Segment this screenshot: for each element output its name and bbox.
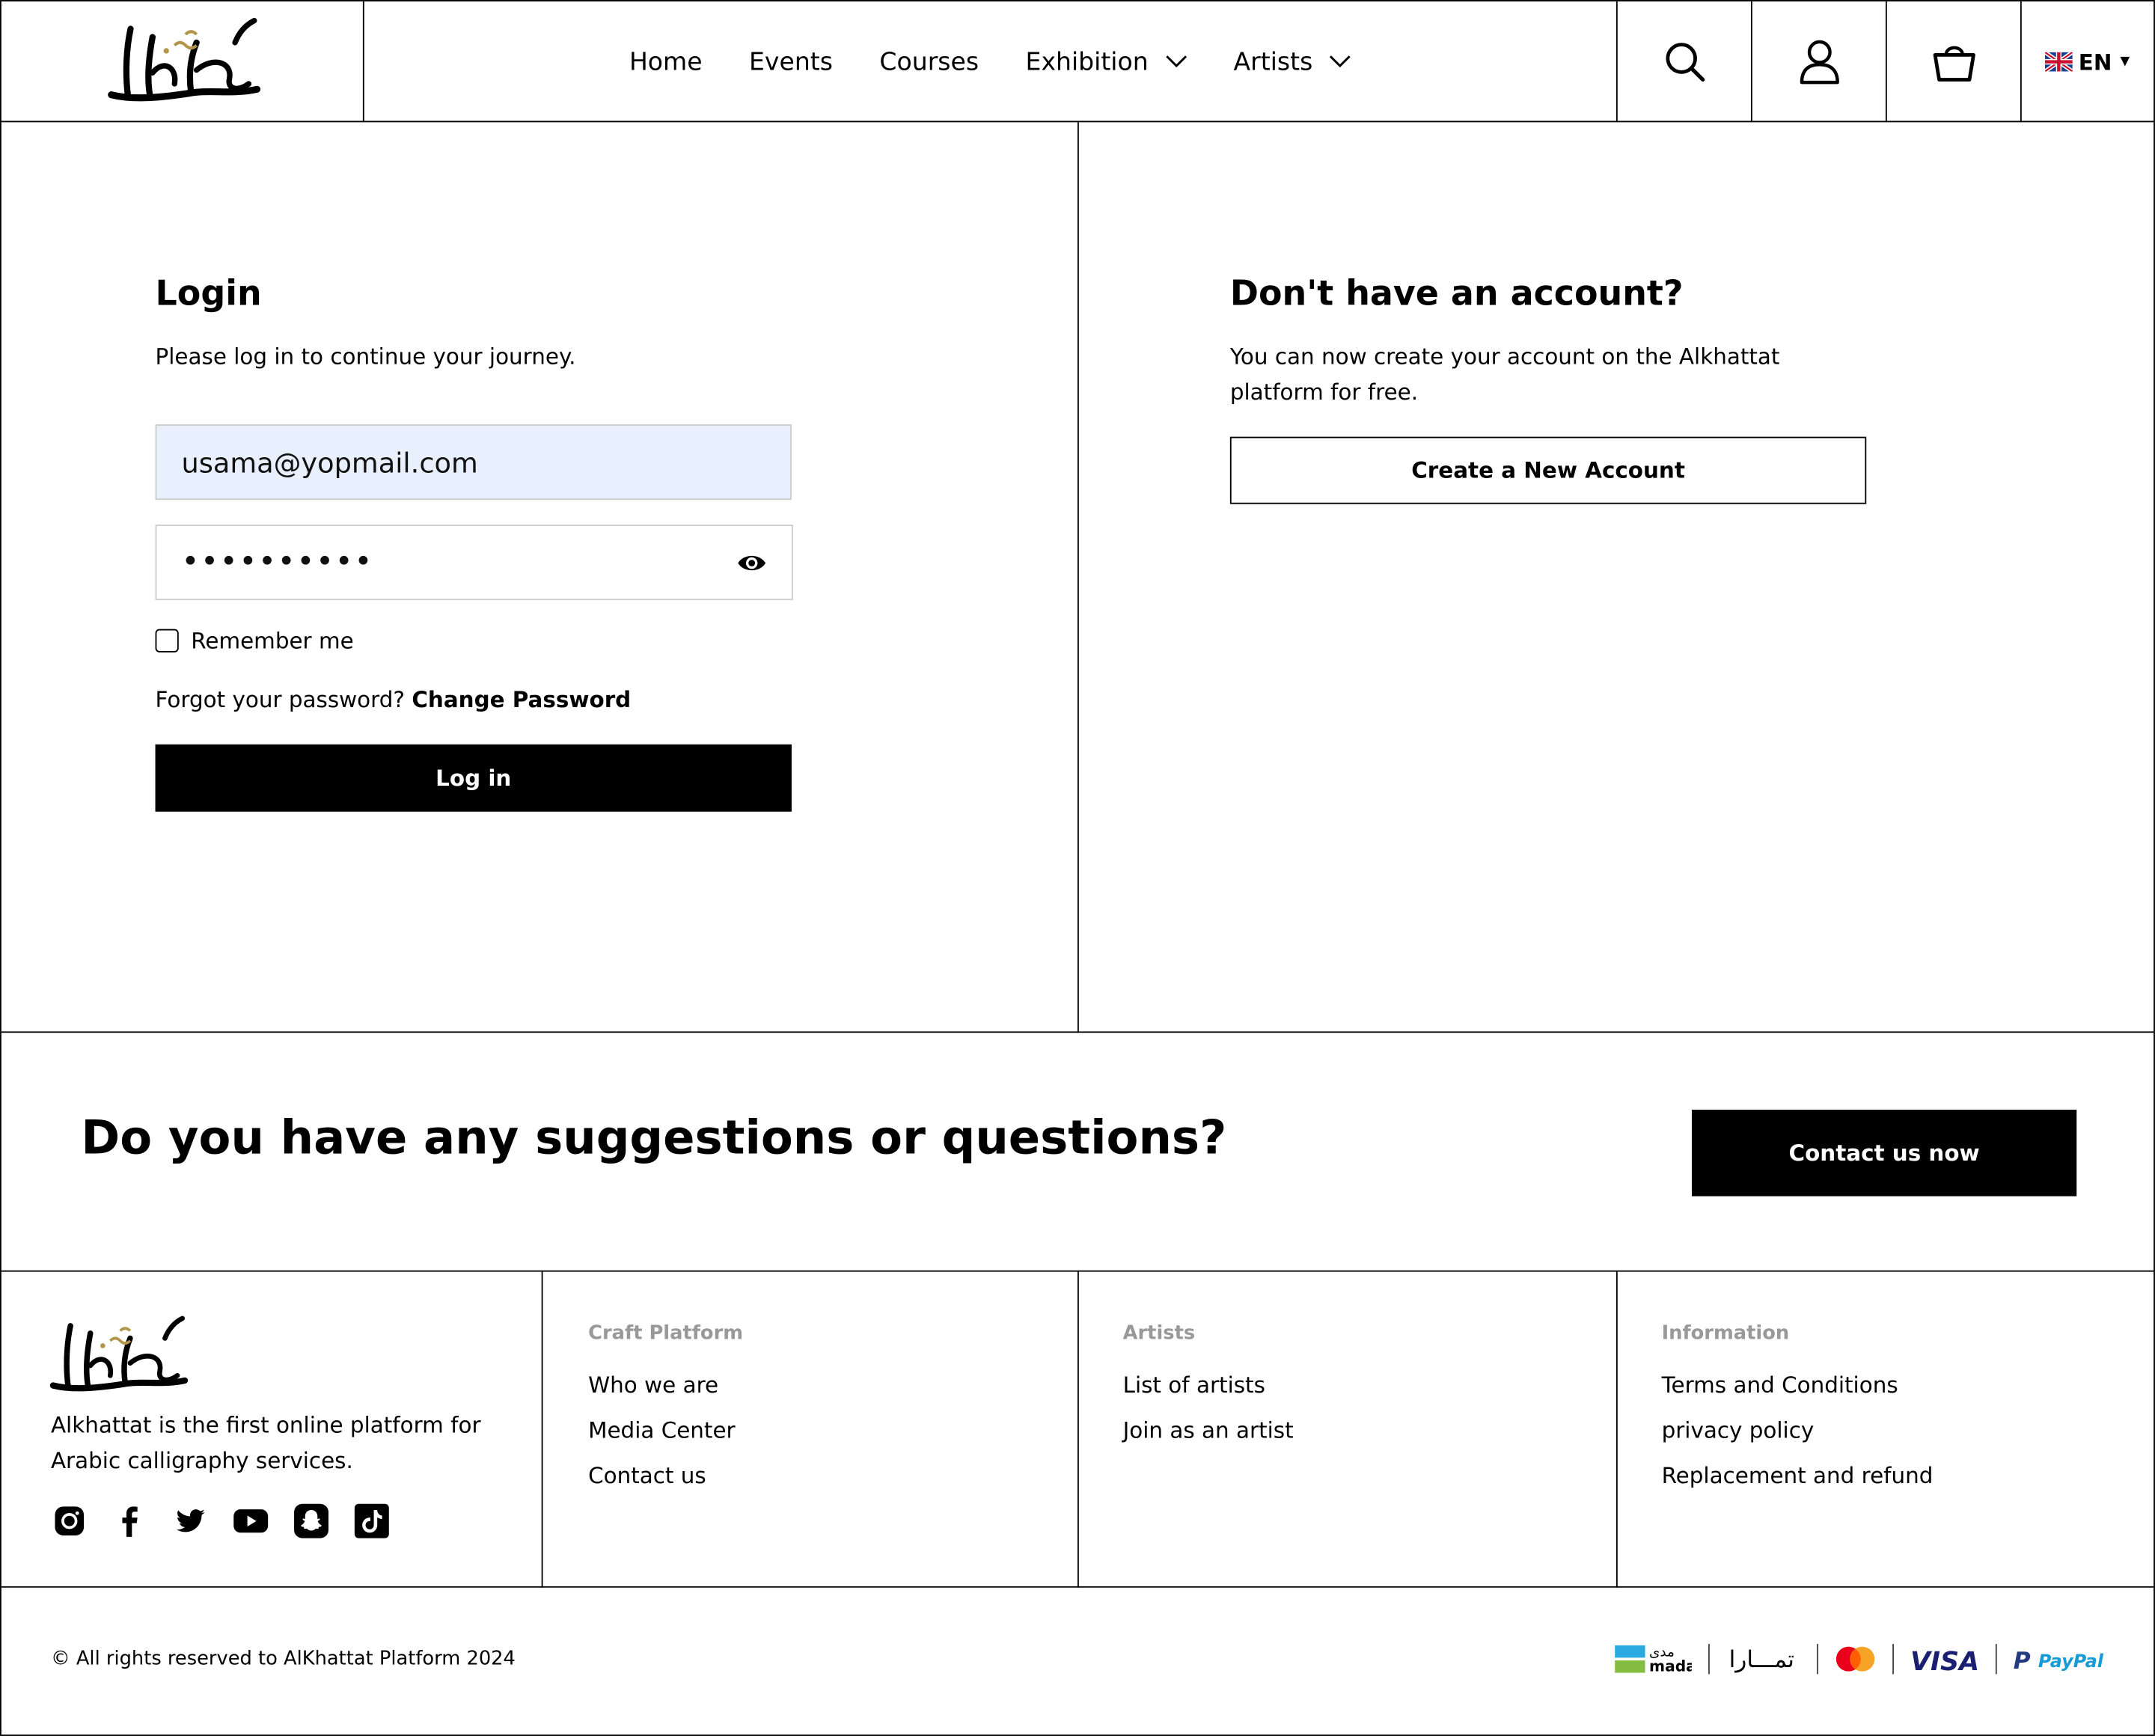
divider: [1708, 1643, 1710, 1675]
instagram-icon[interactable]: [51, 1503, 88, 1540]
footer-col-links: Terms and Conditions privacy policy Repl…: [1662, 1369, 1934, 1506]
footer-bottom: © All rights reserved to AlKhattat Platf…: [1, 1588, 2154, 1735]
nav-home-label: Home: [629, 47, 703, 76]
caret-down-icon: ▼: [2120, 55, 2130, 69]
footer-about-text: Alkhattat is the first online platform f…: [50, 1411, 481, 1474]
language-label: EN: [2078, 49, 2112, 76]
login-title: Login: [155, 273, 262, 314]
footer-link-contact-us[interactable]: Contact us: [588, 1460, 736, 1506]
paypal-label: PayPal: [2038, 1651, 2104, 1672]
alkhattat-logo[interactable]: [48, 1315, 191, 1398]
user-icon: [1799, 40, 1838, 85]
nav-courses[interactable]: Courses: [879, 47, 979, 76]
password-input[interactable]: [156, 525, 792, 599]
change-password-link[interactable]: Change Password: [412, 687, 631, 713]
account-button[interactable]: [1750, 1, 1886, 123]
footer-col-heading: Craft Platform: [588, 1322, 744, 1345]
search-icon: [1665, 43, 1705, 82]
facebook-icon[interactable]: [111, 1503, 149, 1540]
paypal-logo: P PayPal: [2014, 1648, 2104, 1675]
payment-methods: مدى mada تمـــارا VISA P PayPal: [1615, 1642, 2107, 1675]
eye-icon[interactable]: [736, 551, 766, 575]
tamara-logo: تمـــارا: [1729, 1646, 1794, 1673]
divider: [1892, 1643, 1894, 1675]
nav-artists[interactable]: Artists: [1234, 47, 1351, 76]
site-header: Home Events Courses Exhibition Artists E…: [1, 1, 2154, 123]
social-links: [51, 1503, 391, 1540]
footer-col-artists: Artists List of artists Join as an artis…: [1078, 1271, 1618, 1588]
snapchat-icon[interactable]: [293, 1503, 330, 1540]
footer-col-links: List of artists Join as an artist: [1123, 1369, 1294, 1460]
page: Home Events Courses Exhibition Artists E…: [0, 0, 2155, 1736]
divider: [1817, 1643, 1818, 1675]
search-button[interactable]: [1616, 1, 1751, 123]
footer-link-join-as-artist[interactable]: Join as an artist: [1123, 1414, 1294, 1460]
language-switcher[interactable]: EN ▼: [2020, 1, 2154, 123]
mada-en-label: mada: [1649, 1657, 1692, 1675]
footer-link-refund[interactable]: Replacement and refund: [1662, 1460, 1934, 1506]
alkhattat-logo[interactable]: [106, 17, 263, 109]
youtube-icon[interactable]: [232, 1503, 269, 1540]
visa-label: VISA: [1910, 1647, 1979, 1675]
email-field[interactable]: [155, 424, 792, 501]
footer-link-terms[interactable]: Terms and Conditions: [1662, 1369, 1934, 1415]
password-field[interactable]: [155, 525, 793, 601]
footer-about: Alkhattat is the first online platform f…: [1, 1271, 543, 1588]
nav-courses-label: Courses: [879, 47, 979, 76]
remember-checkbox[interactable]: [155, 629, 179, 652]
forgot-password-row: Forgot your password? Change Password: [156, 687, 632, 713]
footer-link-media-center[interactable]: Media Center: [588, 1414, 736, 1460]
nav-events-label: Events: [749, 47, 833, 76]
nav-events[interactable]: Events: [749, 47, 833, 76]
chevron-down-icon: [1330, 55, 1351, 68]
register-text: You can now create your account on the A…: [1229, 343, 1780, 406]
footer-col-heading: Information: [1661, 1322, 1790, 1345]
footer-col-information: Information Terms and Conditions privacy…: [1617, 1272, 2154, 1588]
footer-col-heading: Artists: [1122, 1322, 1196, 1345]
nav-artists-label: Artists: [1233, 47, 1313, 76]
register-panel: Don't have an account? You can now creat…: [1078, 122, 2154, 1033]
login-subtitle: Please log in to continue your journey.: [155, 343, 576, 370]
remember-me[interactable]: Remember me: [155, 627, 354, 654]
chevron-down-icon: [1165, 55, 1187, 68]
footer-link-list-of-artists[interactable]: List of artists: [1123, 1369, 1294, 1415]
cta-title: Do you have any suggestions or questions…: [81, 1110, 1227, 1167]
mada-logo: مدى mada: [1615, 1644, 1692, 1675]
logo-cell[interactable]: [1, 1, 364, 123]
tiktok-icon[interactable]: [353, 1503, 391, 1540]
visa-logo: VISA: [1910, 1647, 1979, 1675]
login-button[interactable]: Log in: [155, 744, 792, 812]
main-nav: Home Events Courses Exhibition Artists: [364, 1, 1616, 123]
footer-col-links: Who we are Media Center Contact us: [588, 1369, 736, 1506]
copyright-text: © All rights reserved to AlKhattat Platf…: [50, 1648, 516, 1670]
divider: [1995, 1643, 1997, 1675]
svg-text:P: P: [2014, 1648, 2031, 1675]
email-input[interactable]: [156, 425, 791, 499]
create-account-button[interactable]: Create a New Account: [1229, 436, 1867, 504]
register-title: Don't have an account?: [1229, 273, 1684, 314]
nav-home[interactable]: Home: [629, 47, 703, 76]
contact-us-button[interactable]: Contact us now: [1691, 1110, 2077, 1196]
remember-label: Remember me: [191, 627, 354, 654]
contact-cta: Do you have any suggestions or questions…: [1, 1033, 2154, 1272]
nav-exhibition[interactable]: Exhibition: [1026, 47, 1187, 76]
twitter-icon[interactable]: [172, 1503, 210, 1540]
cart-button[interactable]: [1885, 1, 2020, 123]
nav-exhibition-label: Exhibition: [1025, 47, 1149, 76]
shopping-bag-icon: [1932, 46, 1975, 82]
forgot-password-text: Forgot your password?: [155, 686, 405, 713]
footer-col-craft-platform: Craft Platform Who we are Media Center C…: [542, 1271, 1079, 1588]
footer-link-privacy[interactable]: privacy policy: [1662, 1414, 1934, 1460]
login-panel: Login Please log in to continue your jou…: [1, 122, 1079, 1033]
tamara-label: تمـــارا: [1729, 1646, 1794, 1673]
uk-flag-icon: [2045, 52, 2073, 72]
mastercard-logo: [1835, 1646, 1875, 1672]
footer-link-who-we-are[interactable]: Who we are: [588, 1369, 736, 1415]
